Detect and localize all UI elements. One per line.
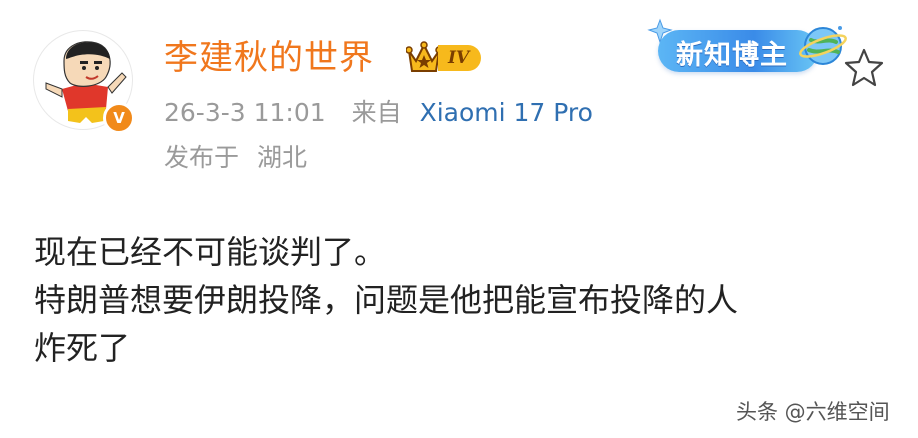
- star-outline-icon[interactable]: [842, 46, 886, 90]
- author-avatar-wrap[interactable]: V: [33, 30, 135, 134]
- level-badge[interactable]: IV: [406, 40, 482, 76]
- verified-badge: V: [103, 102, 135, 134]
- content-line: 特朗普想要伊朗投降，问题是他把能宣布投降的人: [34, 281, 739, 319]
- level-label: IV: [438, 45, 482, 71]
- location-value: 湖北: [256, 143, 307, 172]
- new-knowledge-blogger-badge[interactable]: 新知博主: [646, 16, 847, 78]
- watermark: 头条 @六维空间: [736, 400, 890, 424]
- post-meta: 26-3-3 11:01 来自 Xiaomi 17 Pro: [164, 96, 593, 130]
- crown-icon: [406, 41, 442, 72]
- post-content: 现在已经不可能谈判了。 特朗普想要伊朗投降，问题是他把能宣布投降的人 炸死了: [34, 228, 894, 372]
- device-link[interactable]: Xiaomi 17 Pro: [420, 98, 593, 127]
- post-location: 发布于 湖北: [164, 141, 307, 175]
- badge-label: 新知博主: [676, 40, 788, 71]
- content-line: 炸死了: [34, 329, 131, 367]
- post-timestamp[interactable]: 26-3-3 11:01: [164, 98, 326, 127]
- author-name[interactable]: 李建秋的世界: [164, 36, 374, 80]
- globe-icon: [799, 26, 847, 65]
- content-line: 现在已经不可能谈判了。: [34, 233, 387, 271]
- source-prefix: 来自: [351, 98, 402, 127]
- location-prefix: 发布于: [164, 143, 240, 172]
